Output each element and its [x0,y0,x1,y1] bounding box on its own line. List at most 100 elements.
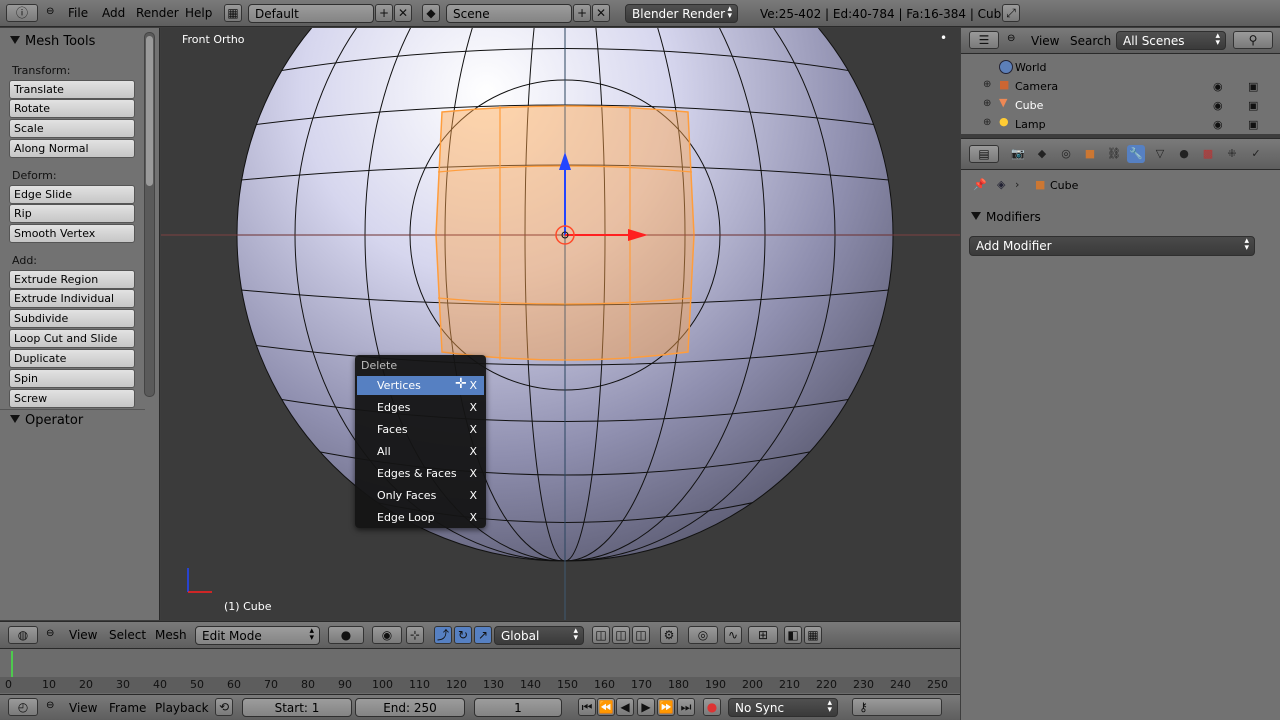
outliner-row-world[interactable]: World [961,58,1261,77]
collapse-menu-icon[interactable]: ⊖ [46,700,54,711]
rotate-button[interactable]: Rotate [9,99,135,118]
jump-start-icon[interactable]: ⏮ [578,698,596,716]
object-tab-icon[interactable]: ■ [1081,145,1099,163]
viewport-shading-icon[interactable]: ● [328,626,364,644]
scene-dropdown[interactable]: Scene [446,4,572,23]
record-icon[interactable]: ● [703,698,721,716]
render-tab-icon[interactable]: 📷 [1009,145,1027,163]
remove-scene-icon[interactable]: ✕ [592,4,610,22]
delete-edge-loop-item[interactable]: Edge Loop X [357,508,484,527]
collapse-menu-icon[interactable]: ⊖ [1007,33,1015,44]
along-normal-button[interactable]: Along Normal [9,139,135,158]
mesh-tools-panel-header[interactable]: Mesh Tools [0,31,145,53]
start-frame-field[interactable]: Start: 1 [242,698,352,717]
extrude-individual-button[interactable]: Extrude Individual [9,289,135,308]
extrude-region-button[interactable]: Extrude Region [9,270,135,289]
scale-button[interactable]: Scale [9,119,135,138]
end-frame-field[interactable]: End: 250 [355,698,465,717]
pin-icon[interactable]: 📌 [973,178,987,191]
render-camera-icon[interactable]: ▣ [1248,118,1258,131]
visibility-eye-icon[interactable]: ◉ [1213,99,1223,112]
prev-keyframe-icon[interactable]: ⏪ [597,698,615,716]
render-camera-icon[interactable]: ▣ [1248,99,1258,112]
screen-layout-icon[interactable]: ▦ [224,4,242,22]
outliner-search-menu[interactable]: Search [1070,34,1111,48]
outliner-view-menu[interactable]: View [1031,34,1059,48]
3d-viewport[interactable]: • [161,28,960,620]
render-still-icon[interactable]: ◧ [784,626,802,644]
add-modifier-dropdown[interactable]: Add Modifier ▴ ▾ [969,236,1255,256]
add-layout-icon[interactable]: + [375,4,393,22]
visibility-eye-icon[interactable]: ◉ [1213,118,1223,131]
pivot-point-icon[interactable]: ◉ [372,626,402,644]
constraints-tab-icon[interactable]: ⛓ [1105,145,1123,163]
texture-tab-icon[interactable]: ▩ [1199,145,1217,163]
proportional-editing-icon[interactable]: ◎ [688,626,718,644]
fullscreen-icon[interactable]: ⤢ [1002,4,1020,22]
rotate-manipulator-icon[interactable]: ↻ [454,626,472,644]
menu-file[interactable]: File [68,6,88,20]
expand-icon[interactable]: ⊕ [983,98,991,109]
data-tab-icon[interactable]: ▽ [1151,145,1169,163]
delete-faces-item[interactable]: Faces X [357,420,484,439]
collapse-menu-icon[interactable]: ⊖ [46,628,54,639]
visibility-eye-icon[interactable]: ◉ [1213,80,1223,93]
world-tab-icon[interactable]: ◎ [1057,145,1075,163]
snap-element-icon[interactable]: ⊞ [748,626,778,644]
timeline[interactable]: 0 10 20 30 40 50 60 70 80 90 100 110 120… [0,648,960,694]
smooth-vertex-button[interactable]: Smooth Vertex [9,224,135,243]
keying-set-icon[interactable]: ⚷ [852,698,942,716]
translate-manipulator-icon[interactable]: ⤴ [434,626,452,644]
render-camera-icon[interactable]: ▣ [1248,80,1258,93]
physics-tab-icon[interactable]: ✓ [1247,145,1265,163]
modifiers-panel-header[interactable]: Modifiers [961,206,1280,230]
play-reverse-icon[interactable]: ◀ [616,698,634,716]
menu-add[interactable]: Add [102,6,125,20]
scale-manipulator-icon[interactable]: ↗ [474,626,492,644]
timeline-playback-menu[interactable]: Playback [155,701,209,715]
remove-layout-icon[interactable]: ✕ [394,4,412,22]
delete-edges-item[interactable]: Edges X [357,398,484,417]
jump-end-icon[interactable]: ⏭ [677,698,695,716]
layout-dropdown[interactable]: Default [248,4,374,23]
layer-icon[interactable]: ◫ [632,626,650,644]
spin-button[interactable]: Spin [9,369,135,388]
delete-only-faces-item[interactable]: Only Faces X [357,486,484,505]
menu-render[interactable]: Render [136,6,179,20]
menu-help[interactable]: Help [185,6,212,20]
loop-cut-slide-button[interactable]: Loop Cut and Slide [9,329,135,348]
preview-range-icon[interactable]: ⟲ [215,698,233,716]
collapse-menu-icon[interactable]: ⊖ [46,6,54,17]
scene-icon[interactable]: ◆ [422,4,440,22]
material-tab-icon[interactable]: ● [1175,145,1193,163]
manipulator-toggle-icon[interactable]: ⊹ [406,626,424,644]
mode-dropdown[interactable]: Edit Mode ▴ ▾ [195,626,320,645]
expand-icon[interactable]: ⊕ [983,79,991,90]
properties-editor-type-icon[interactable]: ▤ [969,145,999,163]
timeline-editor-type-icon[interactable]: ◴ [8,698,38,716]
translate-button[interactable]: Translate [9,80,135,99]
sync-mode-dropdown[interactable]: No Sync ▴ ▾ [728,698,838,717]
view-menu[interactable]: View [69,628,97,642]
info-editor-type-button[interactable]: ⓘ [6,4,38,22]
transform-orientation-dropdown[interactable]: Global ▴ ▾ [494,626,584,645]
current-frame-field[interactable]: 1 [474,698,562,717]
render-engine-dropdown[interactable]: Blender Render ▴ ▾ [625,4,738,23]
render-animation-icon[interactable]: ▦ [804,626,822,644]
delete-edges-faces-item[interactable]: Edges & Faces X [357,464,484,483]
modifiers-tab-icon[interactable]: 🔧 [1127,145,1145,163]
timeline-view-menu[interactable]: View [69,701,97,715]
edge-slide-button[interactable]: Edge Slide [9,185,135,204]
layer-icon[interactable]: ◫ [612,626,630,644]
layer-icon[interactable]: ◫ [592,626,610,644]
subdivide-button[interactable]: Subdivide [9,309,135,328]
delete-all-item[interactable]: All X [357,442,484,461]
screw-button[interactable]: Screw [9,389,135,408]
duplicate-button[interactable]: Duplicate [9,349,135,368]
play-icon[interactable]: ▶ [637,698,655,716]
add-scene-icon[interactable]: + [573,4,591,22]
tool-shelf-scroll-thumb[interactable] [146,36,153,186]
particles-tab-icon[interactable]: ⁜ [1223,145,1241,163]
snap-toggle-icon[interactable]: ∿ [724,626,742,644]
3d-view-editor-type-icon[interactable]: ◍ [8,626,38,644]
